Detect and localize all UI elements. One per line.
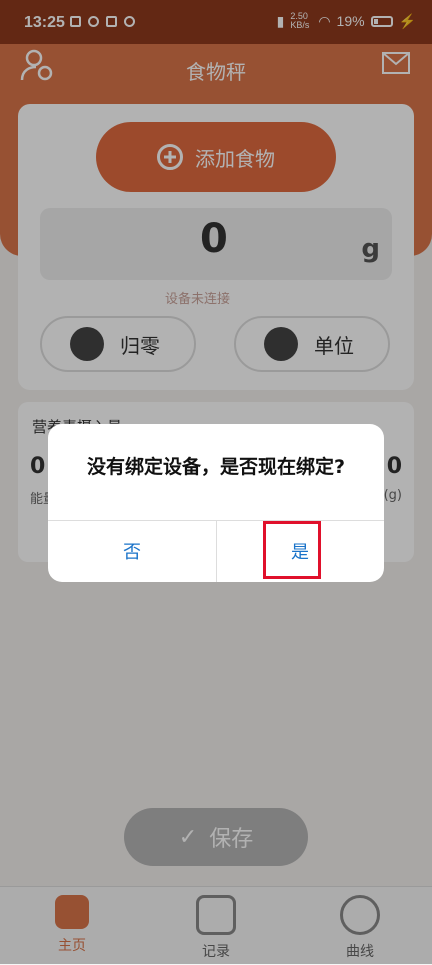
no-button[interactable]: 否 — [48, 520, 216, 582]
dialog-message: 没有绑定设备，是否现在绑定? — [86, 456, 346, 478]
yes-button-highlight — [263, 521, 321, 579]
bind-device-dialog: 没有绑定设备，是否现在绑定? 否 是 — [48, 424, 384, 582]
